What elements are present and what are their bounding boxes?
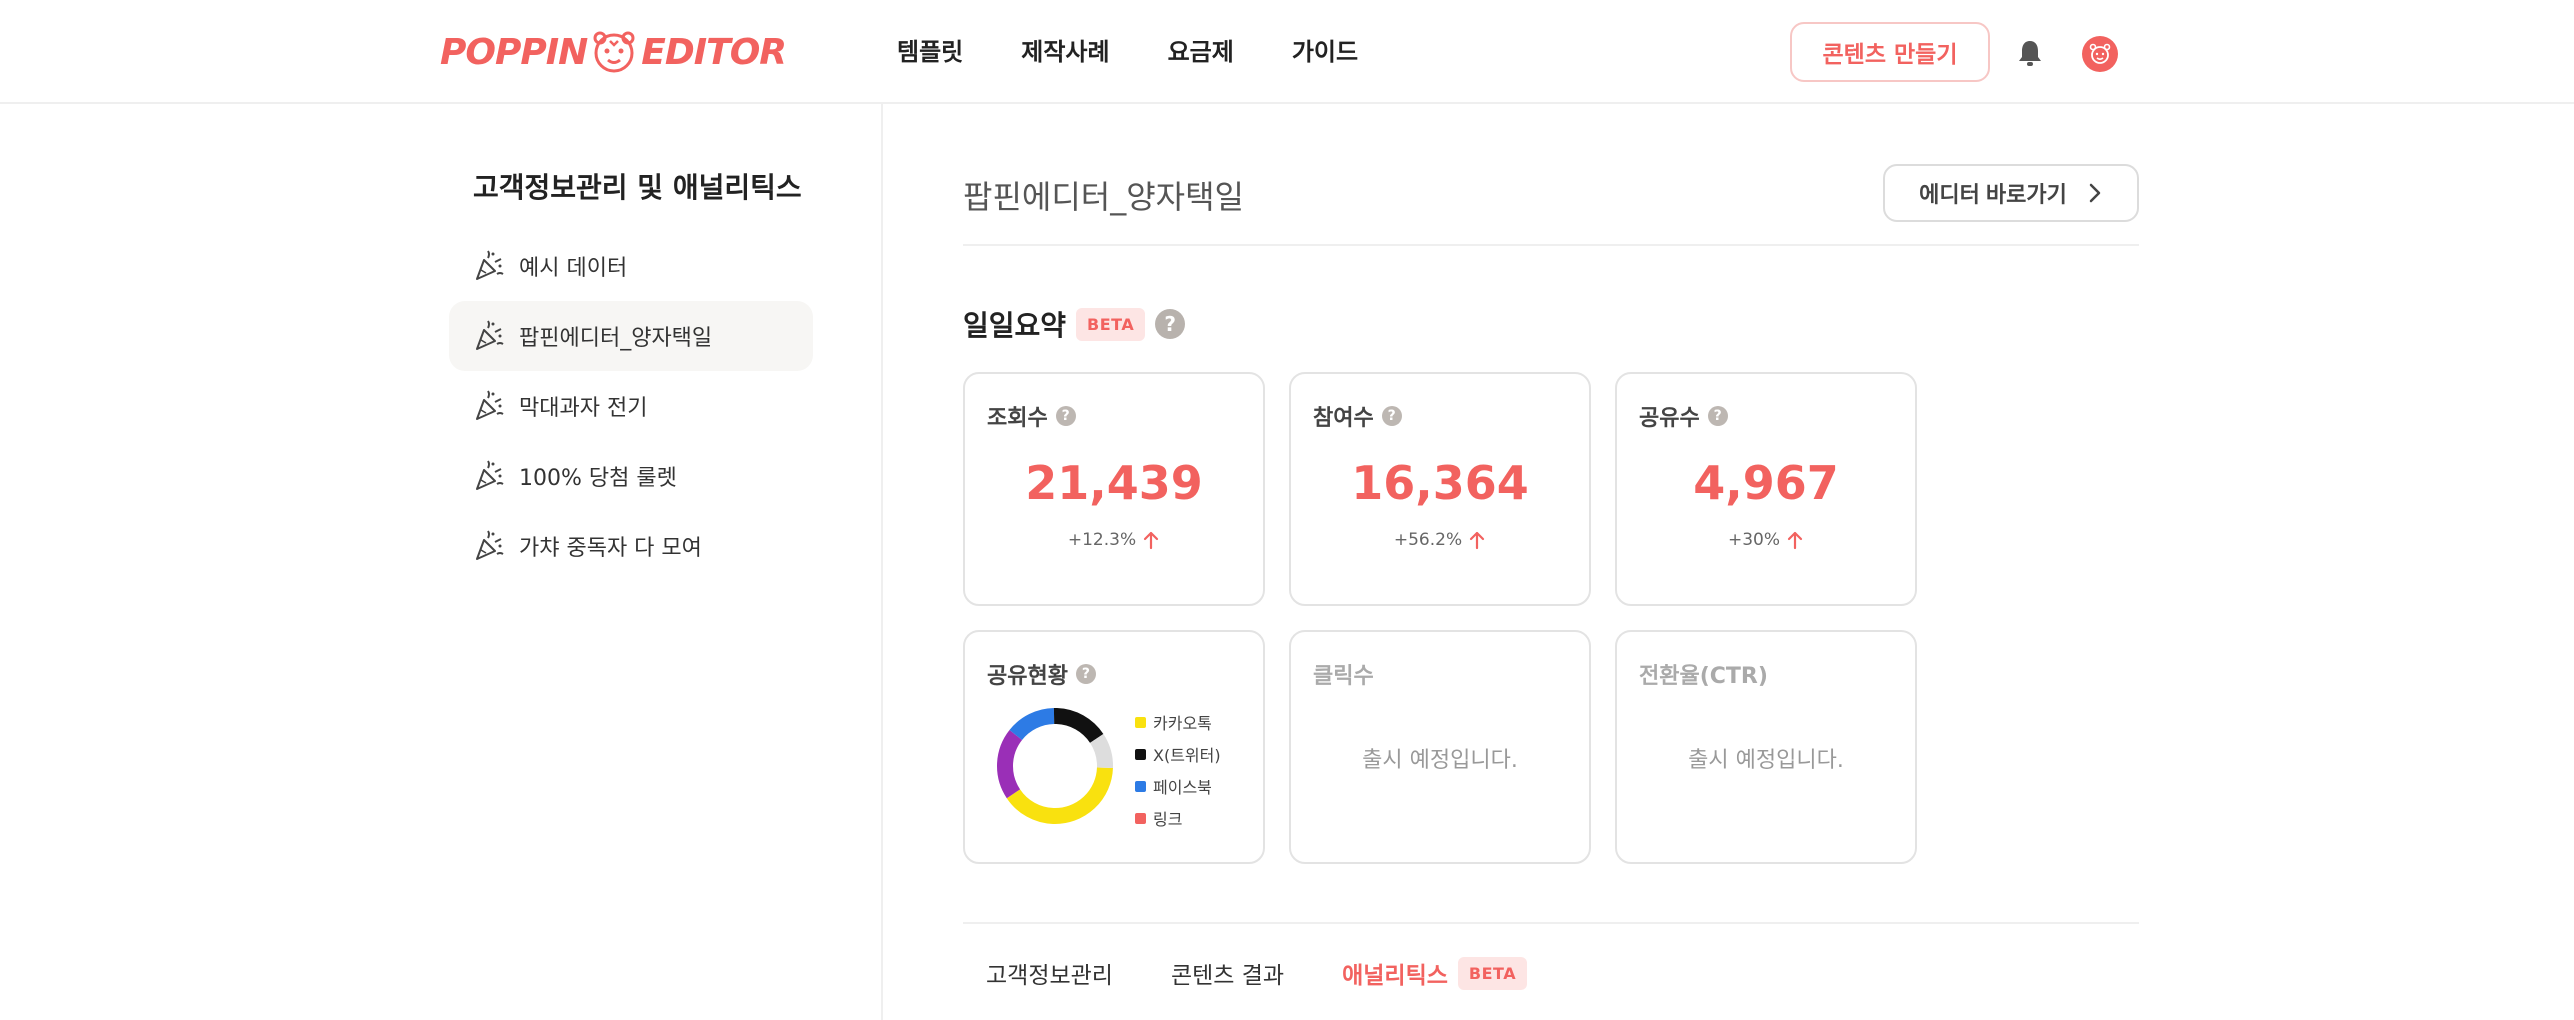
help-icon[interactable]: ?	[1381, 406, 1402, 426]
party-popper-icon	[476, 390, 504, 420]
arrow-up-icon	[1144, 531, 1159, 550]
ctr-label: 전환율(CTR)	[1639, 664, 1768, 689]
go-to-editor-button[interactable]: 에디터 바로가기	[1883, 164, 2139, 222]
arrow-up-icon	[1787, 531, 1803, 550]
logo-word-left: POPPIN	[440, 31, 588, 73]
card-header: 조회수 ?	[987, 400, 1076, 432]
bottom-tabs: 고객정보관리 콘텐츠 결과 애널리틱스 BETA	[986, 956, 1528, 990]
participants-delta-text: +56.2%	[1393, 530, 1463, 550]
tabs-divider	[963, 922, 2139, 924]
help-icon[interactable]: ?	[1707, 406, 1728, 426]
page-title: 팝핀에디터_양자택일	[963, 178, 1244, 216]
sidebar-item-label: 예시 데이터	[519, 256, 628, 281]
help-icon[interactable]: ?	[1155, 309, 1186, 339]
clicks-card: 클릭수 출시 예정입니다.	[1289, 630, 1591, 864]
sidebar-item-label: 팝핀에디터_양자택일	[519, 326, 713, 351]
chevron-right-icon	[2089, 183, 2101, 203]
logo-word-right: EDITOR	[641, 31, 787, 73]
party-popper-icon	[476, 320, 504, 350]
legend-label: X(트위터)	[1153, 746, 1221, 765]
beta-badge: BETA	[1457, 956, 1528, 990]
coming-soon-text: 출시 예정입니다.	[1688, 748, 1844, 773]
arrow-up-icon	[1470, 531, 1485, 550]
legend-label: 페이스북	[1153, 778, 1212, 797]
daily-summary-title: 일일요약	[963, 309, 1067, 342]
legend-item-link: 링크	[1135, 802, 1221, 834]
share-status-card: 공유현황 ? 카카오톡 X(트위터) 페이스북 링크	[963, 630, 1265, 864]
sidebar-item-label: 막대과자 전기	[519, 396, 648, 421]
card-header: 참여수 ?	[1313, 400, 1402, 432]
shares-delta: +30%	[1617, 530, 1915, 550]
tab-customer-info[interactable]: 고객정보관리	[986, 956, 1113, 990]
participants-delta: +56.2%	[1291, 530, 1589, 550]
shares-label: 공유수	[1639, 406, 1700, 431]
avatar[interactable]	[2082, 36, 2118, 72]
participants-card: 참여수 ? 16,364 +56.2%	[1289, 372, 1591, 606]
legend-swatch	[1135, 812, 1146, 824]
sidebar-item-sample-data[interactable]: 예시 데이터	[449, 231, 813, 301]
nav-guide[interactable]: 가이드	[1292, 32, 1358, 72]
card-header: 클릭수	[1313, 658, 1374, 690]
legend-item-facebook: 페이스북	[1135, 770, 1221, 802]
share-donut-chart	[997, 708, 1113, 824]
poppin-editor-logo[interactable]: POPPIN EDITOR	[440, 28, 787, 76]
sidebar-item-label: 가챠 중독자 다 모여	[519, 536, 702, 561]
party-popper-icon	[476, 530, 504, 560]
party-popper-icon	[476, 250, 504, 280]
tiger-mascot-icon	[593, 31, 635, 73]
sidebar-item-poppin-either-or[interactable]: 팝핀에디터_양자택일	[449, 301, 813, 371]
views-delta-text: +12.3%	[1067, 530, 1137, 550]
participants-value: 16,364	[1351, 456, 1529, 510]
shares-delta-text: +30%	[1727, 530, 1781, 550]
legend-label: 카카오톡	[1153, 714, 1212, 733]
help-icon[interactable]: ?	[1055, 406, 1076, 426]
participants-label: 참여수	[1313, 406, 1374, 431]
coming-soon-text: 출시 예정입니다.	[1362, 748, 1518, 773]
card-header: 전환율(CTR)	[1639, 658, 1768, 690]
clicks-label: 클릭수	[1313, 664, 1374, 689]
views-value: 21,439	[1025, 456, 1203, 510]
main-nav: 템플릿 제작사례 요금제 가이드	[897, 32, 1416, 72]
nav-case-studies[interactable]: 제작사례	[1021, 32, 1109, 72]
sidebar-item-gacha[interactable]: 가챠 중독자 다 모여	[449, 511, 813, 581]
sidebar-title: 고객정보관리 및 애널리틱스	[473, 171, 802, 204]
legend-item-x-twitter: X(트위터)	[1135, 738, 1221, 770]
card-header: 공유수 ?	[1639, 400, 1728, 432]
views-label: 조회수	[987, 406, 1048, 431]
views-card: 조회수 ? 21,439 +12.3%	[963, 372, 1265, 606]
daily-summary-heading: 일일요약 BETA ?	[963, 304, 1186, 344]
legend-swatch	[1135, 716, 1146, 728]
views-delta: +12.3%	[965, 530, 1263, 550]
ctr-card: 전환율(CTR) 출시 예정입니다.	[1615, 630, 1917, 864]
top-header: POPPIN EDITOR 템플릿 제작사례 요금제 가이드 콘텐츠 만들기	[0, 0, 2574, 104]
sidebar-item-label: 100% 당첨 룰렛	[519, 466, 677, 491]
sidebar-item-roulette[interactable]: 100% 당첨 룰렛	[449, 441, 813, 511]
title-divider	[963, 244, 2139, 246]
beta-badge: BETA	[1076, 307, 1146, 341]
tab-content-results[interactable]: 콘텐츠 결과	[1171, 956, 1284, 990]
nav-pricing[interactable]: 요금제	[1168, 32, 1234, 72]
help-icon[interactable]: ?	[1075, 664, 1096, 684]
party-popper-icon	[476, 460, 504, 490]
legend-label: 링크	[1153, 810, 1183, 829]
legend-swatch	[1135, 780, 1146, 792]
nav-templates[interactable]: 템플릿	[897, 32, 963, 72]
shares-value: 4,967	[1693, 456, 1839, 510]
legend-item-kakaotalk: 카카오톡	[1135, 706, 1221, 738]
card-header: 공유현황 ?	[987, 658, 1096, 690]
sidebar-item-stick-snack[interactable]: 막대과자 전기	[449, 371, 813, 441]
share-legend: 카카오톡 X(트위터) 페이스북 링크	[1135, 706, 1221, 834]
sidebar-list: 예시 데이터 팝핀에디터_양자택일 막대과자 전기 100% 당첨 룰렛 가챠 …	[449, 231, 813, 581]
share-status-label: 공유현황	[987, 664, 1068, 689]
go-to-editor-label: 에디터 바로가기	[1919, 182, 2067, 207]
tab-analytics[interactable]: 애널리틱스	[1342, 956, 1448, 990]
legend-swatch	[1135, 748, 1146, 760]
shares-card: 공유수 ? 4,967 +30%	[1615, 372, 1917, 606]
create-content-button[interactable]: 콘텐츠 만들기	[1790, 22, 1990, 82]
sidebar-divider	[881, 104, 883, 1020]
avatar-mascot-icon	[2089, 43, 2111, 64]
bell-icon[interactable]	[2016, 38, 2044, 68]
